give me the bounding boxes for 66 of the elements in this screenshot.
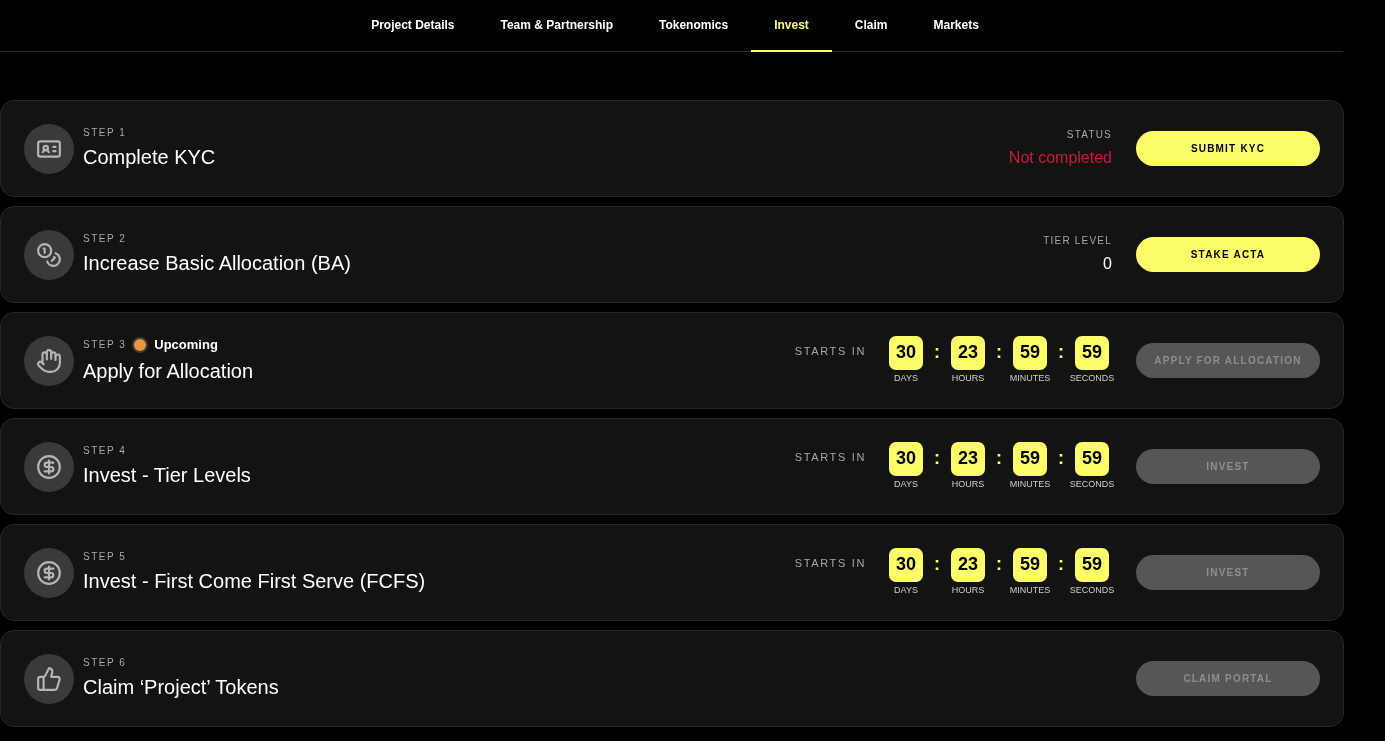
dollar-coin-icon <box>36 559 62 586</box>
step-number: STEP 5 <box>83 550 127 564</box>
raised-hand-icon <box>36 347 62 374</box>
step-number: STEP 2 <box>83 232 127 246</box>
step-number: STEP 3 <box>83 338 127 352</box>
countdown-unit: SECONDS <box>1069 371 1115 385</box>
colon-separator: : <box>933 552 941 576</box>
dollar-coin-icon <box>36 453 62 480</box>
countdown-unit: DAYS <box>894 371 918 385</box>
countdown-value: 23 <box>951 335 985 370</box>
nav-tab[interactable]: Markets <box>910 0 1002 52</box>
countdown-unit: MINUTES <box>1009 583 1051 597</box>
countdown-value: 59 <box>1013 441 1047 476</box>
nav-tab[interactable]: Invest <box>751 0 832 52</box>
countdown-value: 23 <box>951 441 985 476</box>
countdown-value: 23 <box>951 547 985 582</box>
colon-separator: : <box>933 446 941 470</box>
action-button[interactable]: STAKE ACTA <box>1136 237 1320 272</box>
countdown-unit: DAYS <box>894 477 918 491</box>
colon-separator: : <box>995 446 1003 470</box>
nav-tab[interactable]: Claim <box>831 0 911 52</box>
starts-in-label: STARTS IN <box>794 343 866 359</box>
action-button[interactable]: SUBMIT KYC <box>1136 131 1320 166</box>
colon-separator: : <box>995 552 1003 576</box>
info-value: 0 <box>1103 254 1112 274</box>
info-value: Not completed <box>1008 148 1112 168</box>
countdown-unit: SECONDS <box>1069 583 1115 597</box>
info-label: TIER LEVEL <box>1043 234 1112 248</box>
countdown-unit: DAYS <box>894 583 918 597</box>
countdown-value: 59 <box>1075 547 1109 582</box>
countdown-value: 59 <box>1013 547 1047 582</box>
countdown-unit: MINUTES <box>1009 371 1051 385</box>
countdown-unit: HOURS <box>951 583 985 597</box>
starts-in-label: STARTS IN <box>794 449 866 465</box>
countdown-value: 30 <box>889 441 923 476</box>
nav-tab[interactable]: Project Details <box>348 0 478 52</box>
step-number: STEP 4 <box>83 444 127 458</box>
nav-tab[interactable]: Team & Partnership <box>477 0 636 52</box>
colon-separator: : <box>1057 446 1065 470</box>
colon-separator: : <box>995 340 1003 364</box>
countdown-unit: HOURS <box>951 477 985 491</box>
step-title: Invest - Tier Levels <box>83 463 251 488</box>
colon-separator: : <box>933 340 941 364</box>
countdown-unit: SECONDS <box>1069 477 1115 491</box>
countdown-value: 59 <box>1013 335 1047 370</box>
countdown-value: 30 <box>889 547 923 582</box>
step-title: Complete KYC <box>83 145 216 170</box>
starts-in-label: STARTS IN <box>794 555 866 571</box>
colon-separator: : <box>1057 340 1065 364</box>
countdown-unit: MINUTES <box>1009 477 1051 491</box>
step-number: STEP 1 <box>83 126 127 140</box>
colon-separator: : <box>1057 552 1065 576</box>
countdown-value: 30 <box>889 335 923 370</box>
countdown-unit: HOURS <box>951 371 985 385</box>
step-title: Claim ‘Project’ Tokens <box>83 675 279 700</box>
status-label: Upcoming <box>154 335 218 354</box>
nav-tab[interactable]: Tokenomics <box>636 0 752 52</box>
countdown-value: 59 <box>1075 335 1109 370</box>
info-label: STATUS <box>1066 128 1112 142</box>
step-title: Increase Basic Allocation (BA) <box>83 251 351 276</box>
countdown-value: 59 <box>1075 441 1109 476</box>
step-title: Apply for Allocation <box>83 359 254 385</box>
thumbs-up-icon <box>36 665 62 692</box>
step-title: Invest - First Come First Serve (FCFS) <box>83 569 426 594</box>
step-number: STEP 6 <box>83 656 127 670</box>
coins-icon <box>36 241 62 268</box>
